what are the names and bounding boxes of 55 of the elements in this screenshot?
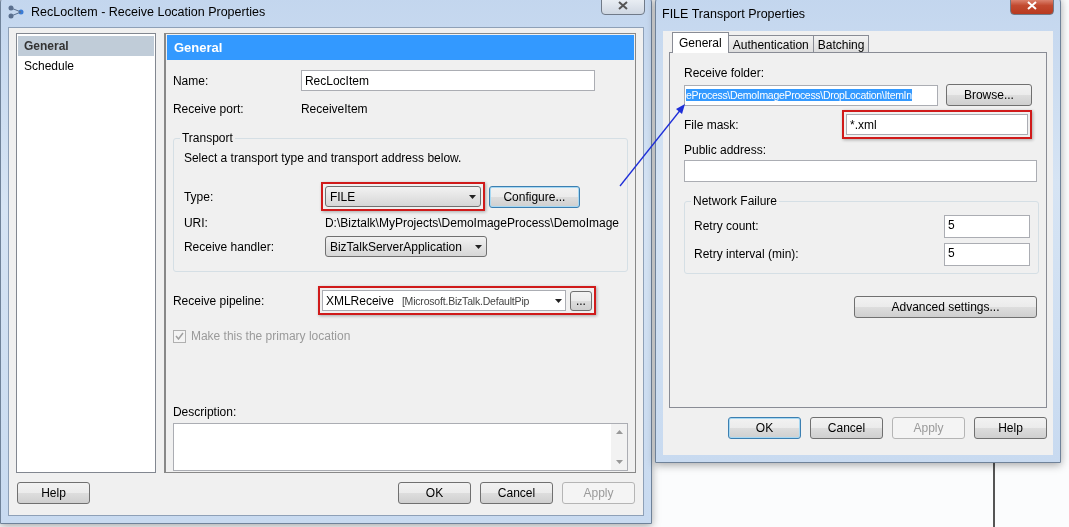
- close-button[interactable]: [1010, 0, 1054, 15]
- close-button[interactable]: [601, 0, 645, 15]
- field-label: File mask:: [684, 117, 740, 132]
- description-field[interactable]: [172, 423, 628, 471]
- window-title: RecLocItem - Receive Location Properties: [31, 5, 266, 19]
- field-label: Receive port:: [172, 102, 245, 116]
- navigation-item[interactable]: General: [18, 36, 154, 56]
- number-field[interactable]: 5: [944, 242, 1030, 266]
- dialog-button[interactable]: OK: [398, 482, 471, 504]
- field-label: URI:: [183, 216, 209, 230]
- tab[interactable]: Authentication: [727, 35, 814, 53]
- window-title: FILE Transport Properties: [662, 7, 806, 21]
- transport-hint: Select a transport type and transport address below.: [183, 151, 463, 165]
- dialog-button[interactable]: Cancel: [810, 417, 883, 439]
- public-address-field[interactable]: [684, 160, 1037, 182]
- dialog-button[interactable]: Cancel: [480, 482, 553, 504]
- field-label: Retry count:: [694, 219, 760, 233]
- caret-icon: [474, 244, 482, 249]
- configure-button[interactable]: Configure...: [488, 185, 580, 208]
- uri-value: D:\Biztalk\MyProjects\DemoImageProcess\DemoImage: [324, 216, 619, 230]
- section-header: General: [166, 35, 634, 60]
- pipeline-dropdown[interactable]: XMLReceive [Microsoft.BizTalk.DefaultPip: [321, 290, 566, 311]
- group-legend: Transport: [179, 131, 235, 145]
- dialog-button[interactable]: Help: [974, 417, 1047, 439]
- dialog-button[interactable]: OK: [728, 417, 801, 439]
- field-value: ReceiveItem: [300, 102, 368, 116]
- type-dropdown[interactable]: FILE: [324, 186, 481, 207]
- file-mask-field[interactable]: *.xml: [846, 114, 1028, 135]
- close-icon: [1027, 1, 1037, 10]
- scroll-down-icon: [615, 460, 623, 464]
- name-field[interactable]: RecLocItem: [300, 70, 595, 91]
- number-field[interactable]: 5: [944, 214, 1030, 238]
- checkbox-label: Make this the primary location: [190, 329, 351, 343]
- field-label: Name:: [172, 73, 210, 88]
- scroll-up-icon: [615, 430, 623, 434]
- dialog-button[interactable]: Help: [17, 482, 90, 504]
- group-legend: Network Failure: [691, 194, 780, 208]
- field-label: Description:: [172, 405, 238, 419]
- caret-icon: [468, 194, 476, 199]
- tab[interactable]: General: [672, 32, 729, 53]
- close-icon: [618, 1, 628, 10]
- field-label: Receive folder:: [684, 66, 766, 80]
- handler-dropdown[interactable]: BizTalkServerApplication: [324, 236, 487, 257]
- field-label: Retry interval (min):: [694, 247, 800, 261]
- browse-button[interactable]: ...: [569, 290, 592, 311]
- field-label: Receive handler:: [183, 239, 275, 254]
- navigation-item[interactable]: Schedule: [18, 56, 154, 76]
- network-icon: [7, 4, 25, 20]
- tab[interactable]: Batching: [812, 35, 870, 53]
- field-label: Receive pipeline:: [172, 293, 266, 308]
- browse-button[interactable]: Browse...: [945, 84, 1032, 106]
- field-label: Type:: [183, 189, 215, 204]
- caret-icon: [554, 298, 562, 303]
- field-label: Public address:: [684, 143, 768, 157]
- advanced-settings-button[interactable]: Advanced settings...: [854, 296, 1037, 318]
